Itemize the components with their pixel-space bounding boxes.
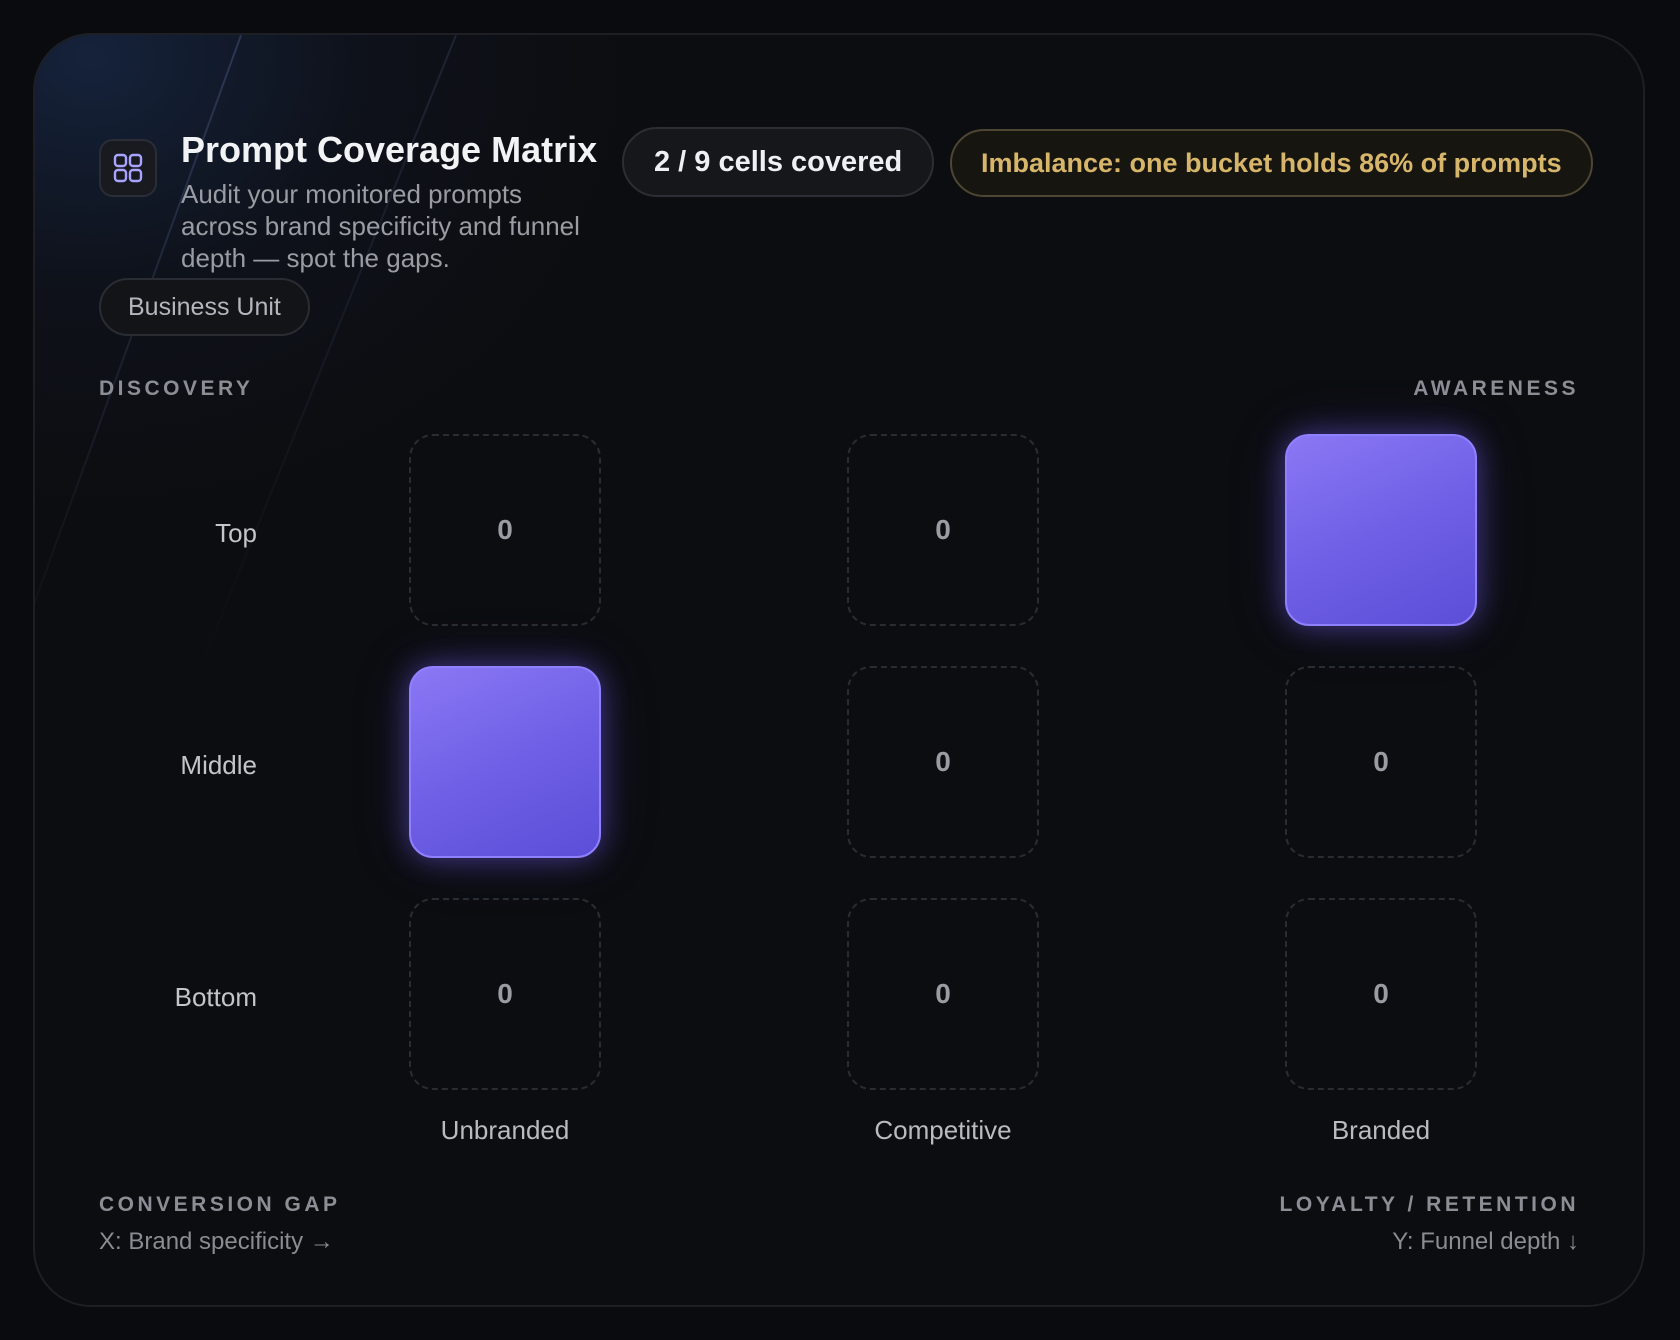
coverage-count-badge: 2 / 9 cells covered [622,127,935,197]
row-label-top: Top [215,518,257,548]
business-unit-filter-button[interactable]: Business Unit [99,278,310,336]
grid-icon [99,139,157,197]
row-label-middle: Middle [180,750,257,780]
quadrant-label-discovery: DISCOVERY [99,377,254,400]
quadrant-label-loyalty-retention: LOYALTY / RETENTION [1279,1193,1579,1216]
matrix-cell-top-competitive[interactable]: 0 [847,434,1039,626]
page-subtitle: Audit your monitored prompts across bran… [181,179,580,273]
matrix-cell-middle-competitive[interactable]: 0 [847,666,1039,858]
matrix-cell-bottom-unbranded[interactable]: 0 [409,898,601,1090]
imbalance-warning-badge: Imbalance: one bucket holds 86% of promp… [950,129,1593,197]
page-title: Prompt Coverage Matrix [181,129,598,170]
row-label-bottom: Bottom [174,982,257,1012]
x-axis-caption: X: Brand specificity → [99,1228,334,1255]
matrix-cell-top-unbranded[interactable]: 0 [409,434,601,626]
matrix-cell-top-branded[interactable] [1285,434,1477,626]
matrix-cell-bottom-competitive[interactable]: 0 [847,898,1039,1090]
column-label-competitive: Competitive [874,1115,1012,1145]
coverage-matrix-card: Prompt Coverage Matrix Audit your monito… [33,33,1645,1307]
y-axis-caption: Y: Funnel depth ↓ [1392,1228,1579,1255]
matrix-cell-middle-branded[interactable]: 0 [1285,666,1477,858]
quadrant-label-conversion-gap: CONVERSION GAP [99,1193,341,1216]
column-label-branded: Branded [1331,1115,1431,1145]
column-label-unbranded: Unbranded [440,1115,570,1145]
matrix-cell-bottom-branded[interactable]: 0 [1285,898,1477,1090]
quadrant-label-awareness: AWARENESS [1413,377,1579,400]
matrix-cell-middle-unbranded[interactable] [409,666,601,858]
